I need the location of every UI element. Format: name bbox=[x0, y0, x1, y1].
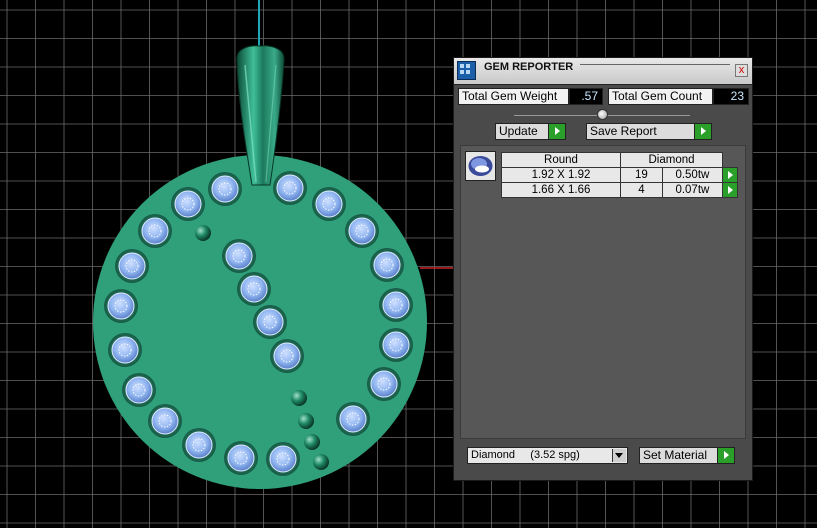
gem-stone[interactable] bbox=[379, 288, 413, 322]
gem-face bbox=[339, 405, 367, 433]
play-arrow-icon bbox=[717, 448, 734, 463]
gem-stone[interactable] bbox=[148, 404, 182, 438]
gem-stone[interactable] bbox=[345, 214, 379, 248]
gem-stone[interactable] bbox=[367, 367, 401, 401]
gem-stone[interactable] bbox=[122, 373, 156, 407]
table-header-row: Round Diamond bbox=[501, 152, 738, 168]
total-gem-weight-value: .57 bbox=[569, 88, 603, 105]
gem-face bbox=[256, 308, 284, 336]
gem-face bbox=[273, 342, 301, 370]
play-arrow-icon bbox=[548, 124, 565, 139]
gem-face bbox=[276, 174, 304, 202]
report-area: Round Diamond 1.92 X 1.92 19 0.50tw 1.66… bbox=[460, 145, 746, 439]
gem-face bbox=[151, 407, 179, 435]
gem-count: 4 bbox=[620, 182, 663, 198]
gem-stone[interactable] bbox=[115, 249, 149, 283]
title-bar[interactable]: GEM REPORTER x bbox=[454, 58, 752, 85]
material-header: Diamond bbox=[620, 152, 723, 168]
total-gem-weight-label: Total Gem Weight bbox=[458, 88, 569, 105]
gem-stone[interactable] bbox=[253, 305, 287, 339]
metal-bead[interactable] bbox=[291, 390, 307, 406]
gem-face bbox=[111, 336, 139, 364]
gem-face bbox=[118, 252, 146, 280]
gem-reporter-icon bbox=[457, 61, 476, 80]
set-material-button[interactable]: Set Material bbox=[639, 447, 735, 464]
gem-stone[interactable] bbox=[237, 272, 271, 306]
gem-stone[interactable] bbox=[182, 428, 216, 462]
gem-face bbox=[382, 331, 410, 359]
gem-face bbox=[373, 251, 401, 279]
gem-stone[interactable] bbox=[224, 441, 258, 475]
gem-weight: 0.50tw bbox=[661, 167, 724, 183]
title-divider bbox=[580, 64, 730, 65]
gem-face bbox=[174, 190, 202, 218]
panel-title: GEM REPORTER bbox=[484, 61, 574, 73]
table-row: 1.66 X 1.66 4 0.07tw bbox=[501, 182, 738, 198]
total-gem-count-value: 23 bbox=[713, 88, 749, 105]
gem-stone[interactable] bbox=[171, 187, 205, 221]
gem-stone[interactable] bbox=[270, 339, 304, 373]
gem-size: 1.92 X 1.92 bbox=[501, 167, 621, 183]
gem-face bbox=[211, 175, 239, 203]
gem-thumbnail-icon[interactable] bbox=[465, 151, 496, 181]
table-row: 1.92 X 1.92 19 0.50tw bbox=[501, 167, 738, 183]
gem-face bbox=[315, 190, 343, 218]
gem-face bbox=[269, 445, 297, 473]
gem-stone[interactable] bbox=[379, 328, 413, 362]
gem-face bbox=[125, 376, 153, 404]
play-arrow-icon bbox=[694, 124, 711, 139]
metal-bead[interactable] bbox=[195, 225, 211, 241]
gem-stone[interactable] bbox=[138, 214, 172, 248]
material-select-value: Diamond (3.52 spg) bbox=[471, 449, 580, 461]
gem-weight: 0.07tw bbox=[661, 182, 724, 198]
gem-face bbox=[225, 242, 253, 270]
set-material-button-label: Set Material bbox=[643, 448, 708, 462]
gem-face bbox=[370, 370, 398, 398]
play-arrow-icon[interactable] bbox=[722, 167, 738, 183]
splitter-knob[interactable] bbox=[597, 109, 608, 120]
save-report-button[interactable]: Save Report bbox=[586, 123, 712, 140]
gem-face bbox=[227, 444, 255, 472]
shape-header: Round bbox=[501, 152, 621, 168]
material-select[interactable]: Diamond (3.52 spg) bbox=[467, 447, 628, 464]
gem-count: 19 bbox=[620, 167, 663, 183]
total-gem-count-label: Total Gem Count bbox=[608, 88, 713, 105]
chevron-down-icon[interactable] bbox=[612, 449, 626, 462]
gem-size: 1.66 X 1.66 bbox=[501, 182, 621, 198]
save-report-button-label: Save Report bbox=[590, 124, 657, 138]
update-button-label: Update bbox=[499, 124, 538, 138]
metal-bead[interactable] bbox=[298, 413, 314, 429]
gem-face bbox=[185, 431, 213, 459]
close-icon[interactable]: x bbox=[735, 64, 748, 77]
gem-stone[interactable] bbox=[370, 248, 404, 282]
gem-face bbox=[240, 275, 268, 303]
gem-face bbox=[382, 291, 410, 319]
gem-stone[interactable] bbox=[208, 172, 242, 206]
gem-stone[interactable] bbox=[266, 442, 300, 476]
gem-face bbox=[348, 217, 376, 245]
gem-stone[interactable] bbox=[273, 171, 307, 205]
play-arrow-icon[interactable] bbox=[722, 182, 738, 198]
gem-stone[interactable] bbox=[312, 187, 346, 221]
gem-face bbox=[107, 292, 135, 320]
gem-stone[interactable] bbox=[108, 333, 142, 367]
gem-stone[interactable] bbox=[336, 402, 370, 436]
gem-face bbox=[141, 217, 169, 245]
gem-reporter-panel: GEM REPORTER x Total Gem Weight .57 Tota… bbox=[453, 57, 753, 481]
gem-report-table: Round Diamond 1.92 X 1.92 19 0.50tw 1.66… bbox=[501, 152, 738, 198]
gem-stone[interactable] bbox=[104, 289, 138, 323]
metal-bead[interactable] bbox=[304, 434, 320, 450]
metal-bead[interactable] bbox=[313, 454, 329, 470]
update-button[interactable]: Update bbox=[495, 123, 566, 140]
gem-stone[interactable] bbox=[222, 239, 256, 273]
bottom-bar: Diamond (3.52 spg) Set Material bbox=[460, 441, 746, 471]
